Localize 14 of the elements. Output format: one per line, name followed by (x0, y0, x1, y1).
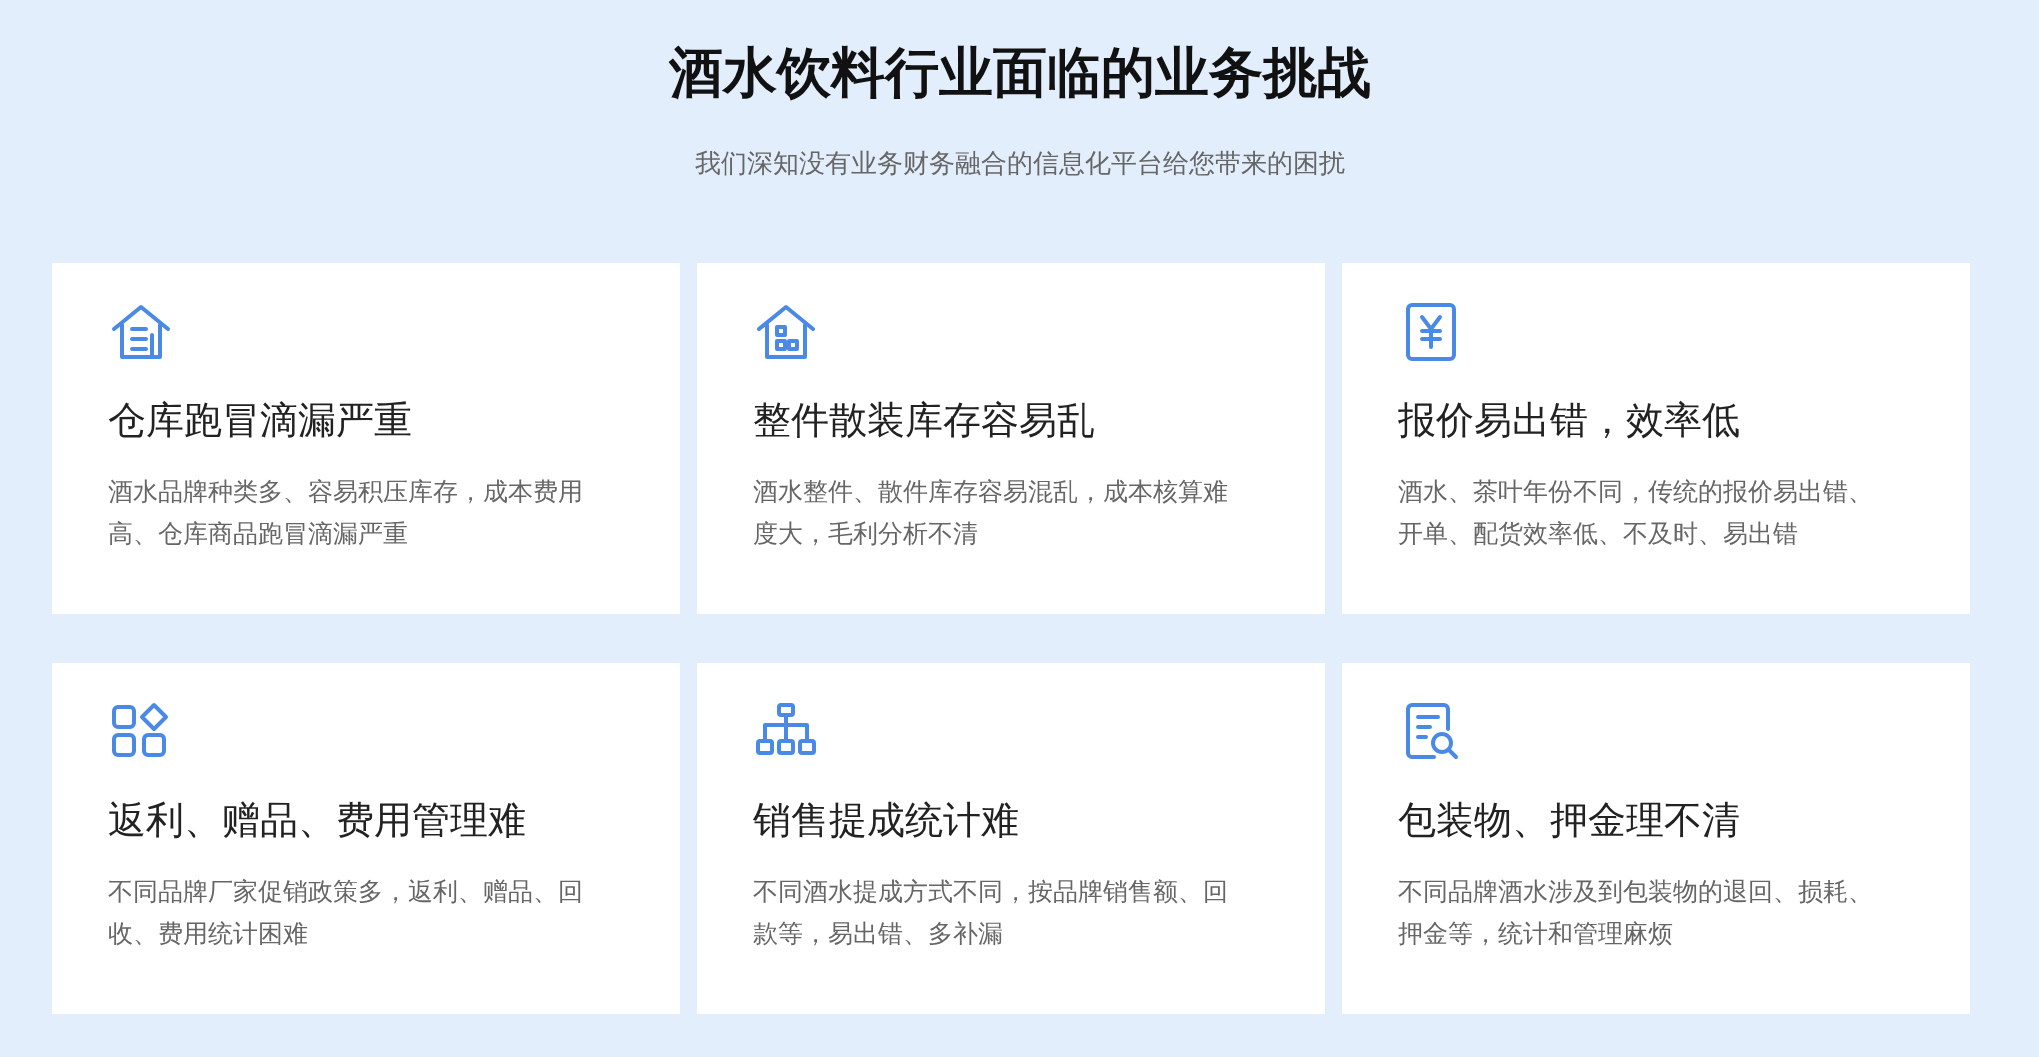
card-title: 仓库跑冒滴漏严重 (108, 397, 412, 444)
card-description: 不同酒水提成方式不同，按品牌销售额、回款等，易出错、多补漏 (753, 876, 1229, 950)
card-description: 酒水、茶叶年份不同，传统的报价易出错、开单、配货效率低、不及时、易出错 (1398, 476, 1874, 550)
card-title: 报价易出错，效率低 (1398, 397, 1740, 444)
card-description: 不同品牌酒水涉及到包装物的退回、损耗、押金等，统计和管理麻烦 (1398, 876, 1874, 950)
card-description: 酒水整件、散件库存容易混乱，成本核算难度大，毛利分析不清 (753, 476, 1229, 550)
card-title: 包装物、押金理不清 (1398, 797, 1740, 844)
card-description: 酒水品牌种类多、容易积压库存，成本费用高、仓库商品跑冒滴漏严重 (108, 476, 584, 550)
section-subtitle: 我们深知没有业务财务融合的信息化平台给您带来的困扰 (694, 147, 1345, 180)
card-title: 返利、赠品、费用管理难 (108, 797, 526, 844)
card-title: 销售提成统计难 (753, 797, 1019, 844)
card-description: 不同品牌厂家促销政策多，返利、赠品、回收、费用统计困难 (108, 876, 584, 950)
section-title: 酒水饮料行业面临的业务挑战 (668, 40, 1371, 106)
card-title: 整件散装库存容易乱 (753, 397, 1095, 444)
